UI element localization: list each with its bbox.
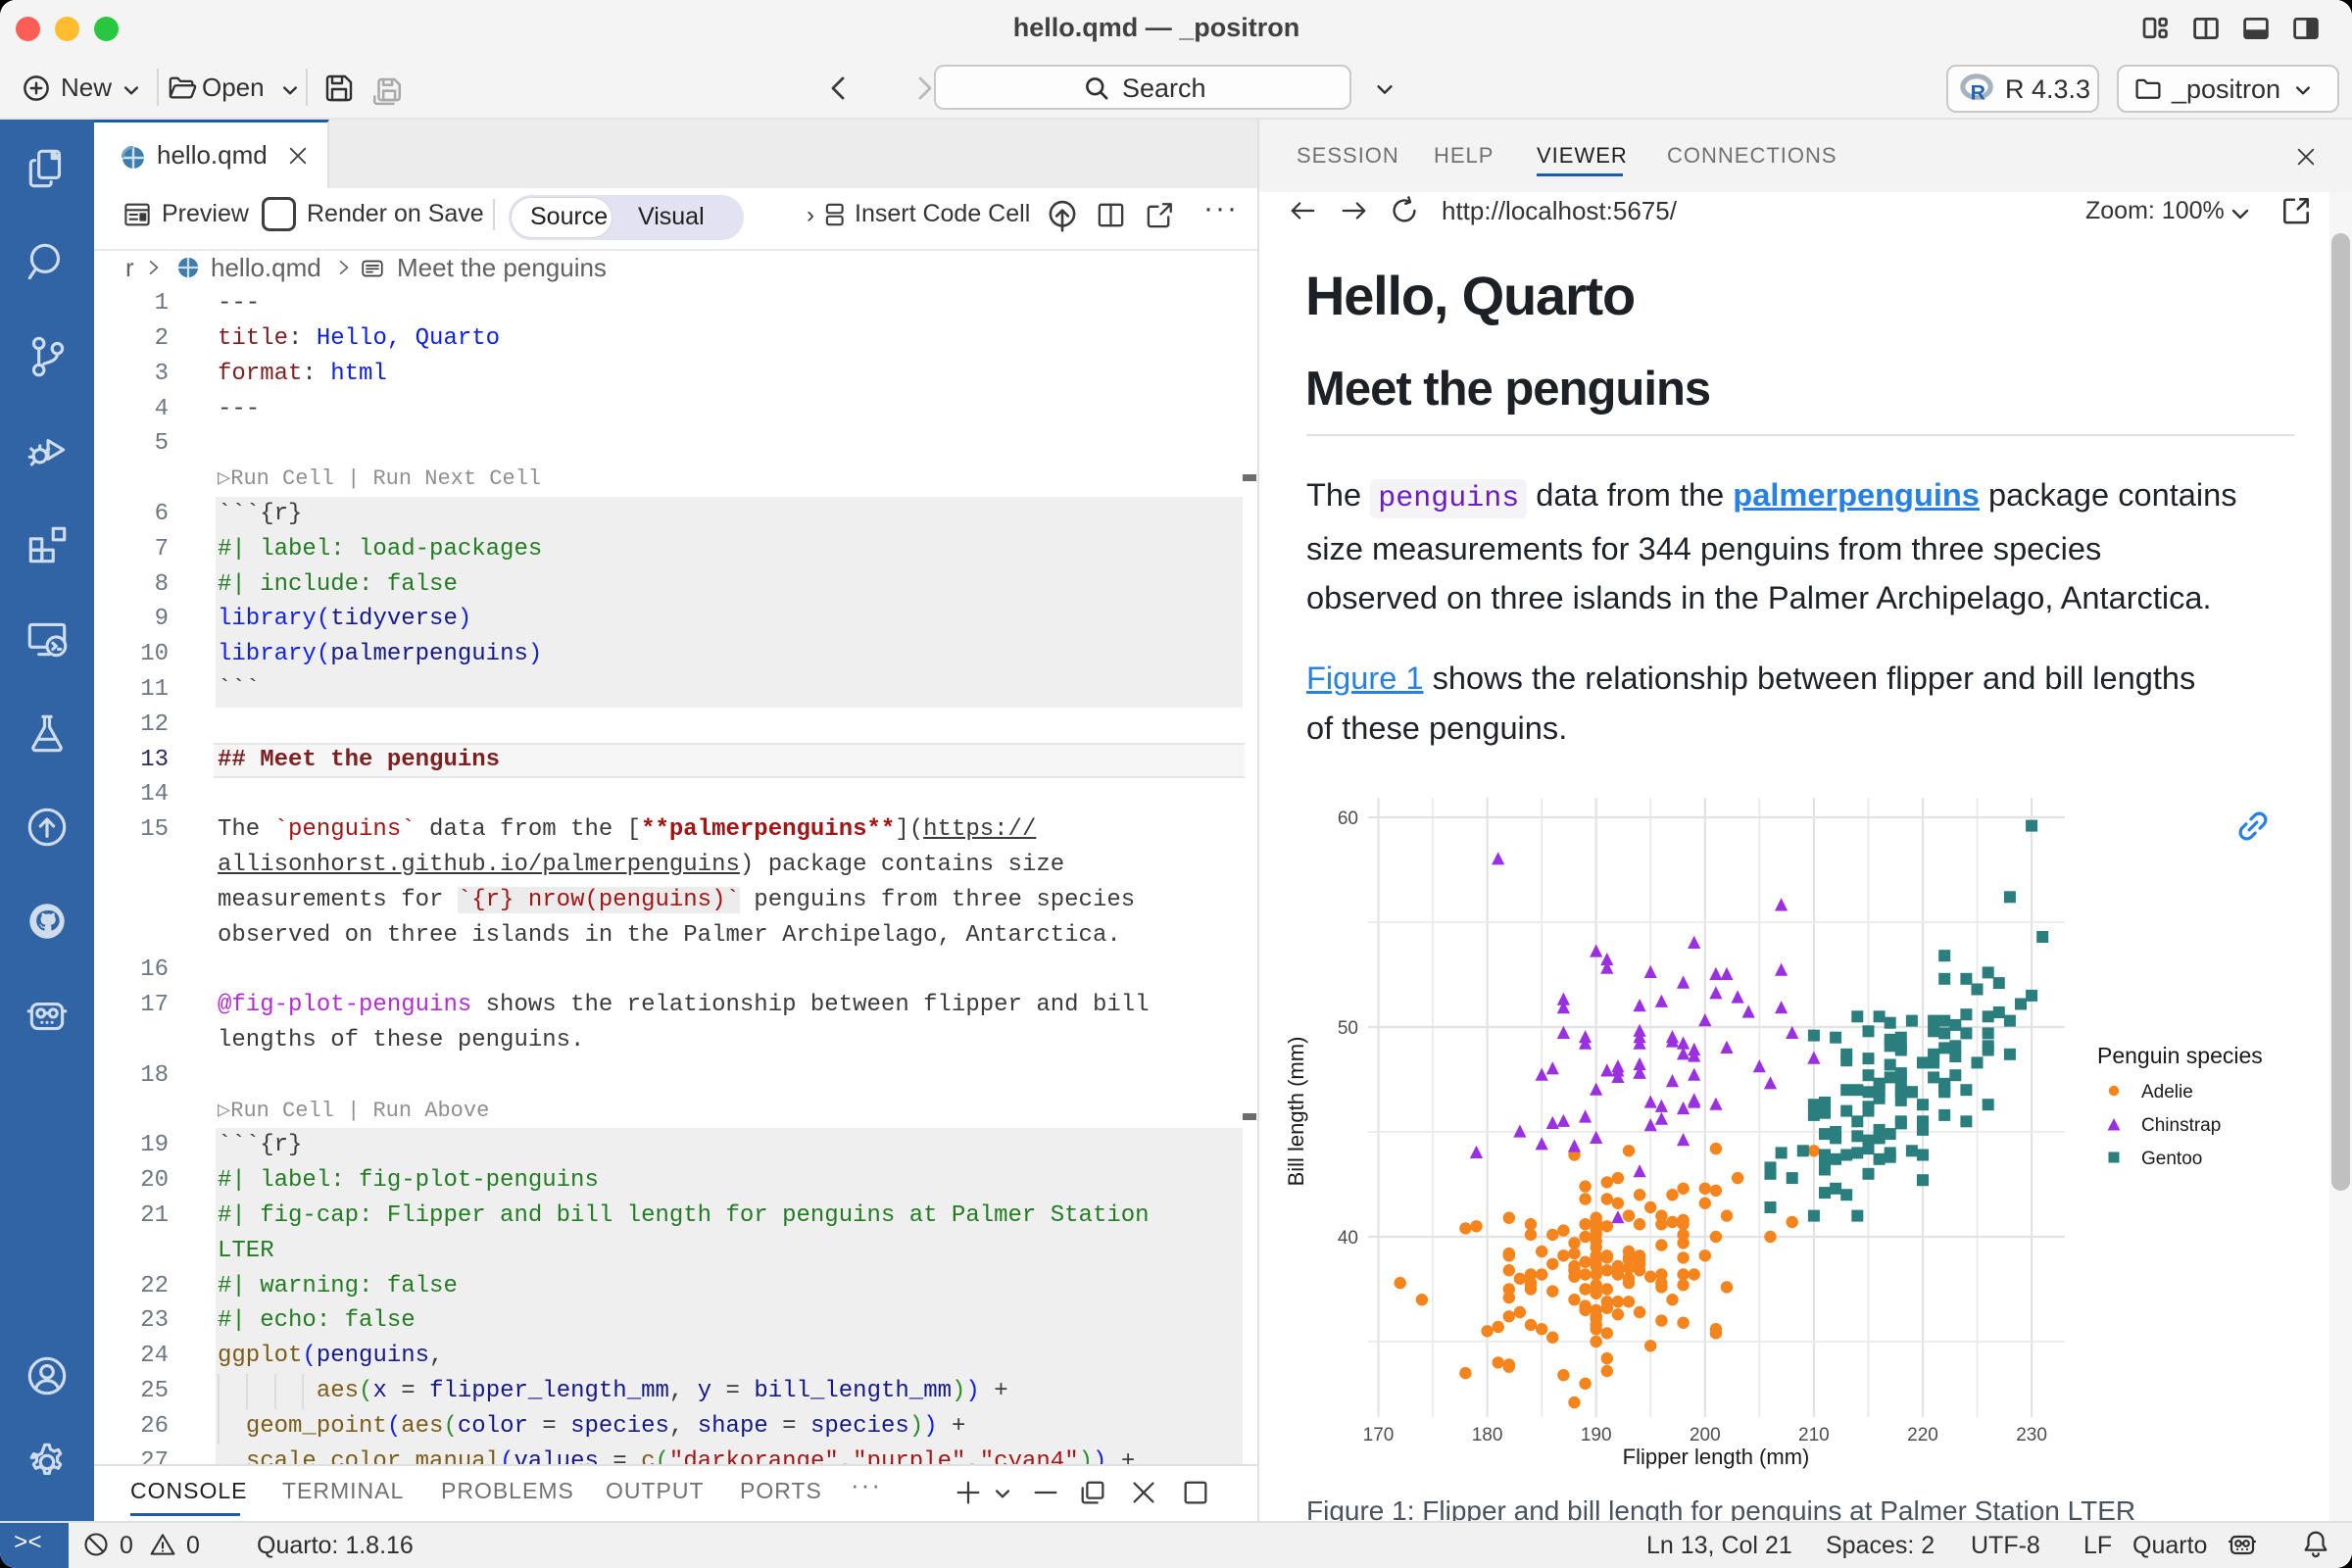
svg-text:R: R bbox=[1971, 80, 1985, 104]
svg-text:40: 40 bbox=[1338, 1228, 1358, 1249]
svg-text:190: 190 bbox=[1581, 1425, 1612, 1446]
svg-text:Penguin species: Penguin species bbox=[2097, 1043, 2263, 1068]
svg-text:180: 180 bbox=[1472, 1425, 1503, 1446]
svg-text:Chinstrap: Chinstrap bbox=[2141, 1115, 2221, 1136]
svg-text:210: 210 bbox=[1798, 1425, 1830, 1446]
svg-text:50: 50 bbox=[1338, 1018, 1358, 1039]
svg-text:60: 60 bbox=[1338, 808, 1358, 829]
svg-text:Adelie: Adelie bbox=[2141, 1082, 2193, 1102]
svg-text:200: 200 bbox=[1690, 1425, 1721, 1446]
svg-text:Bill length (mm): Bill length (mm) bbox=[1284, 1037, 1308, 1187]
svg-text:Gentoo: Gentoo bbox=[2141, 1149, 2202, 1169]
svg-text:Flipper length (mm): Flipper length (mm) bbox=[1623, 1445, 1810, 1469]
svg-text:170: 170 bbox=[1363, 1425, 1395, 1446]
svg-text:230: 230 bbox=[2016, 1425, 2047, 1446]
svg-text:220: 220 bbox=[1907, 1425, 1938, 1446]
